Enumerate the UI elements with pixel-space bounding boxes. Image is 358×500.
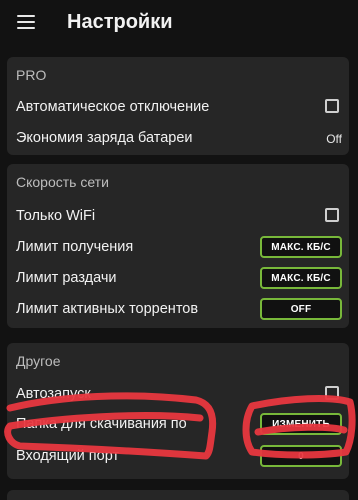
active-torrents-label: Лимит активных торрентов [16,301,199,317]
hamburger-menu-icon[interactable] [17,15,35,29]
network-section: Скорость сети Только WiFi Лимит получени… [7,164,349,328]
wifi-only-label: Только WiFi [16,208,96,224]
battery-saving-value[interactable]: Off [326,132,342,146]
upload-limit-button[interactable]: МАКС. КБ/С [260,267,342,289]
pro-section-header: PRO [16,67,47,83]
auto-shutdown-checkbox[interactable] [325,99,339,113]
upload-limit-label: Лимит раздачи [16,270,117,286]
incoming-port-label: Входящий порт [16,448,120,464]
download-folder-label: Папка для скачивания по [16,416,187,432]
app-bar: Настройки [0,0,358,46]
network-section-header: Скорость сети [16,174,109,190]
autostart-label: Автозапуск [16,386,91,402]
pro-section: PRO Автоматическое отключение Экономия з… [7,57,349,155]
incoming-port-button[interactable]: 0 [260,445,342,467]
battery-saving-label: Экономия заряда батареи [16,130,193,146]
download-limit-label: Лимит получения [16,239,134,255]
active-torrents-button[interactable]: OFF [260,298,342,320]
download-folder-change-button[interactable]: ИЗМЕНИТЬ [260,413,342,435]
autostart-checkbox[interactable] [325,386,339,400]
download-limit-button[interactable]: МАКС. КБ/С [260,236,342,258]
page-title: Настройки [67,11,173,33]
wifi-only-checkbox[interactable] [325,208,339,222]
other-section-header: Другое [16,353,61,369]
next-section-partial [7,490,349,500]
auto-shutdown-label: Автоматическое отключение [16,99,210,115]
other-section: Другое Автозапуск Папка для скачивания п… [7,343,349,479]
